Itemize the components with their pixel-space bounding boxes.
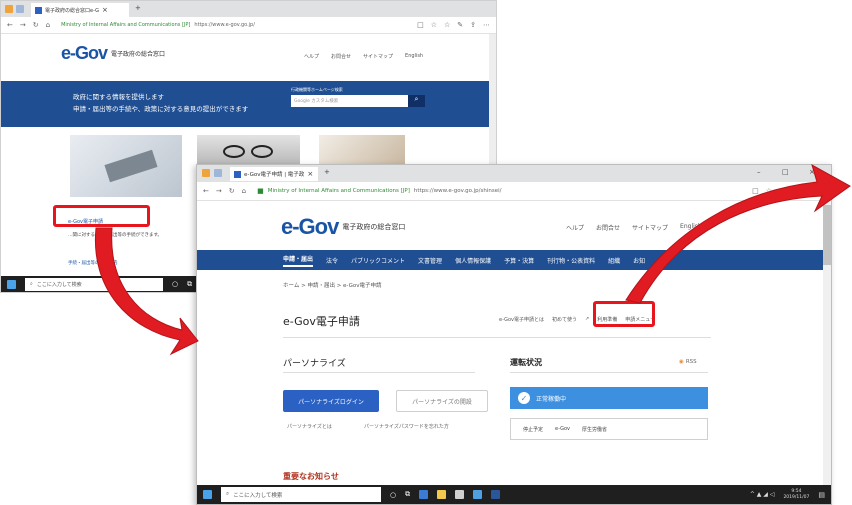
arrow-to-next-step xyxy=(625,163,851,304)
arrow-to-shinsei-window xyxy=(94,227,199,356)
annotation-arrows xyxy=(94,163,851,356)
